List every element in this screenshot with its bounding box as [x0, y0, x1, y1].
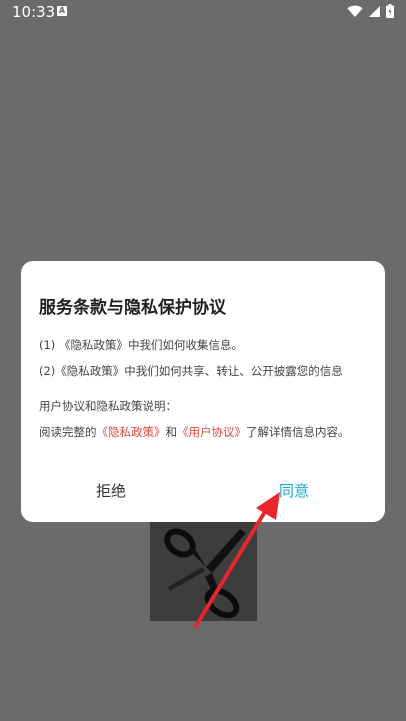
agree-button[interactable]: 同意: [279, 480, 309, 501]
status-time: 10:33: [12, 3, 56, 21]
agreement-sentence: 阅读完整的《隐私政策》和《用户协议》了解详情信息内容。: [39, 424, 350, 440]
reject-button[interactable]: 拒绝: [96, 480, 126, 501]
battery-icon: [386, 4, 394, 18]
wifi-icon: [347, 5, 363, 17]
signal-icon: [369, 5, 380, 17]
privacy-agreement-dialog: 服务条款与隐私保护协议 (1) 《隐私政策》中我们如何收集信息。 (2)《隐私政…: [21, 261, 385, 522]
status-icons: [347, 4, 394, 18]
scissors-image: [150, 521, 257, 621]
dialog-title: 服务条款与隐私保护协议: [39, 298, 226, 318]
status-bar: 10:33 A: [0, 0, 406, 24]
user-agreement-link[interactable]: 《用户协议》: [177, 425, 246, 439]
body-prefix: 阅读完整的: [39, 425, 97, 439]
policy-item-share: (2)《隐私政策》中我们如何共享、转让、公开披露您的信息: [39, 364, 343, 378]
notification-a-icon: A: [57, 6, 67, 16]
privacy-policy-link[interactable]: 《隐私政策》: [97, 425, 166, 439]
body-and: 和: [165, 425, 178, 439]
scissors-icon: [150, 521, 257, 621]
policy-item-collect: (1) 《隐私政策》中我们如何收集信息。: [39, 338, 243, 352]
section-label: 用户协议和隐私政策说明：: [39, 399, 177, 413]
body-suffix: 了解详情信息内容。: [246, 425, 350, 439]
